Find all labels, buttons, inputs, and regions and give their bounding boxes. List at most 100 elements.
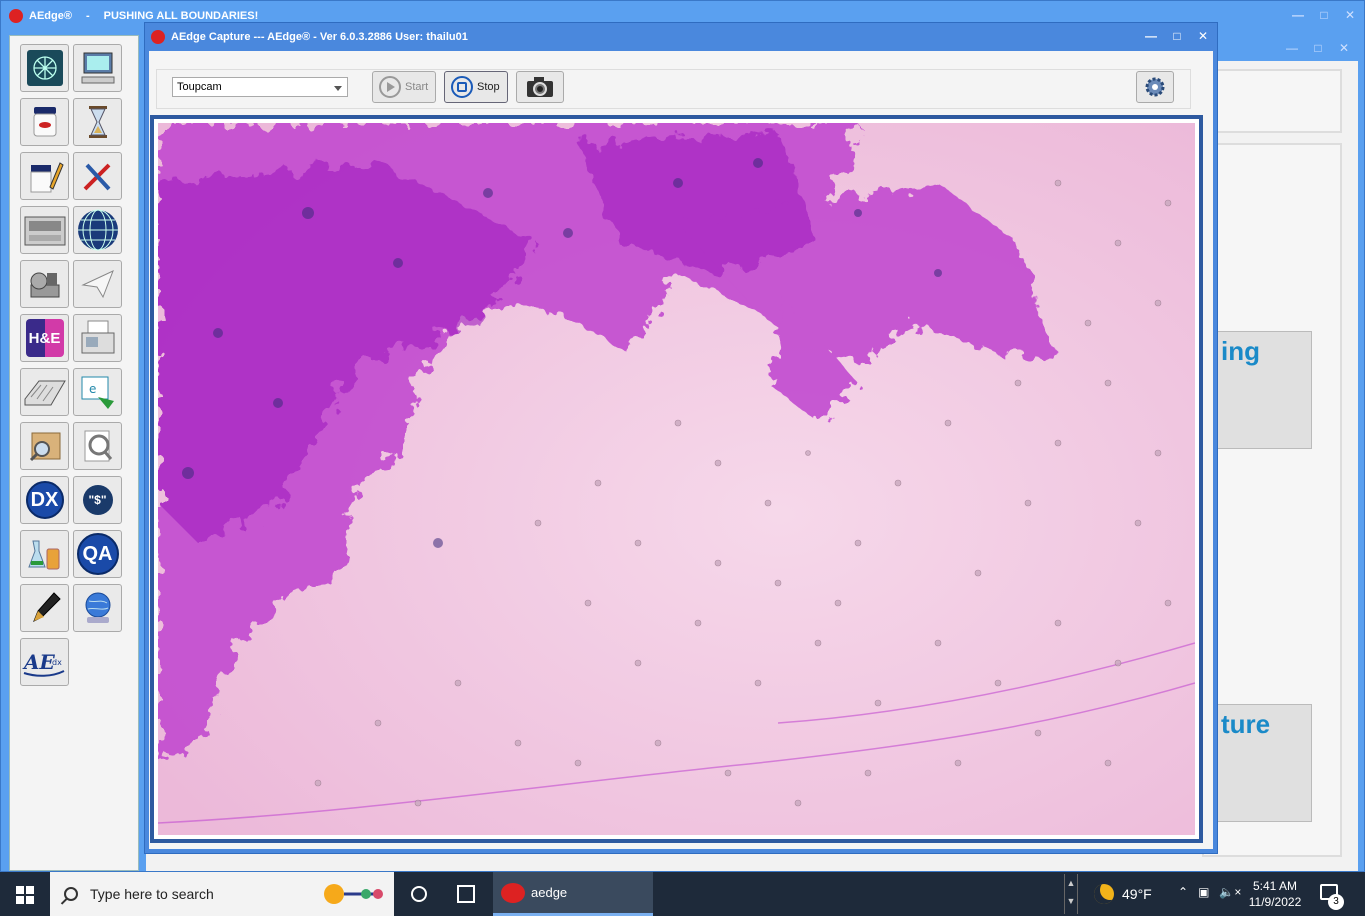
jar-pencil-icon xyxy=(30,162,64,193)
microtome-icon xyxy=(30,272,59,298)
computer-icon xyxy=(81,52,114,84)
magnifier-folder-button[interactable] xyxy=(20,422,69,470)
minimize-icon[interactable]: — xyxy=(1145,30,1157,42)
aedge-dx-logo-button[interactable]: AE dx xyxy=(20,638,69,686)
capture-title: AEdge Capture --- AEdge® - Ver 6.0.3.288… xyxy=(171,31,468,43)
hourglass-icon xyxy=(88,106,107,138)
he-stain-button[interactable]: H&E xyxy=(20,314,69,362)
svg-text:dx: dx xyxy=(52,658,62,667)
main-window-controls: — □ ✕ xyxy=(1292,9,1356,21)
specimen-jar-button[interactable] xyxy=(20,98,69,146)
chevron-up-icon[interactable]: ⌃ xyxy=(1178,885,1188,899)
paper-plane-button[interactable] xyxy=(73,260,122,308)
globe-network-icon xyxy=(85,592,110,623)
settings-button[interactable] xyxy=(1136,71,1174,103)
tools-icon xyxy=(83,163,110,191)
capture-body: Toupcam Start Stop xyxy=(149,51,1213,849)
maximize-icon[interactable]: □ xyxy=(1312,42,1324,54)
qa-icon: QA xyxy=(76,533,119,575)
computer-button[interactable] xyxy=(73,44,122,92)
keyboard-button[interactable] xyxy=(20,368,69,416)
notification-count-badge: 3 xyxy=(1328,894,1344,910)
he-stain-icon: H&E xyxy=(25,319,64,357)
e-send-icon: e xyxy=(81,376,114,409)
capture-dialog: AEdge Capture --- AEdge® - Ver 6.0.3.288… xyxy=(144,22,1218,854)
snapshot-button[interactable] xyxy=(516,71,564,103)
globe-icon xyxy=(77,209,118,251)
svg-text:AE: AE xyxy=(22,650,56,674)
taskbar: Type here to search aedge ▲ ▼ 49°F ⌃ ▣ 🔈×… xyxy=(0,872,1365,916)
volume-muted-icon[interactable]: 🔈× xyxy=(1219,885,1241,899)
stop-label: Stop xyxy=(477,81,500,93)
stop-button[interactable]: Stop xyxy=(444,71,508,103)
svg-text:e: e xyxy=(89,382,96,396)
microtome-button[interactable] xyxy=(20,260,69,308)
left-toolbar: H&E e DX "$" QA AE dx xyxy=(9,35,139,871)
network-status-icon[interactable]: ▣ xyxy=(1198,885,1209,899)
camera-icon xyxy=(527,77,553,97)
dx-icon: DX xyxy=(25,481,64,519)
search-placeholder: Type here to search xyxy=(90,886,214,902)
search-document-button[interactable] xyxy=(73,422,122,470)
qa-button[interactable]: QA xyxy=(73,530,122,578)
main-tagline: PUSHING ALL BOUNDARIES! xyxy=(103,10,259,22)
globe-network-button[interactable] xyxy=(73,584,122,632)
play-icon xyxy=(379,76,401,98)
network-button[interactable] xyxy=(20,44,69,92)
start-button[interactable]: Start xyxy=(372,71,436,103)
weather-moon-icon xyxy=(1094,884,1114,904)
keyboard-icon xyxy=(24,380,66,406)
cortana-icon[interactable] xyxy=(411,886,427,902)
search-icon xyxy=(64,887,78,901)
lab-flasks-button[interactable] xyxy=(20,530,69,578)
aedge-logo-icon xyxy=(151,30,165,44)
gear-icon xyxy=(1145,77,1165,97)
maximize-icon[interactable]: □ xyxy=(1171,30,1183,42)
weather-widget[interactable]: 49°F xyxy=(1094,884,1152,904)
e-send-button[interactable]: e xyxy=(73,368,122,416)
taskbar-app-aedge[interactable]: aedge xyxy=(493,872,653,916)
network-icon xyxy=(26,50,63,86)
close-icon[interactable]: ✕ xyxy=(1197,30,1209,42)
processor-machine-icon xyxy=(24,216,65,246)
windows-start-icon[interactable] xyxy=(16,886,34,904)
jar-pencil-button[interactable] xyxy=(20,152,69,200)
minimize-icon[interactable]: — xyxy=(1292,9,1304,21)
taskbar-search-input[interactable]: Type here to search xyxy=(50,872,394,916)
search-highlight-icon xyxy=(324,884,383,904)
pen-button[interactable] xyxy=(20,584,69,632)
inner-window-controls: — □ ✕ xyxy=(1286,42,1350,54)
microscope-image-frame xyxy=(150,115,1203,843)
dollar-icon: "$" xyxy=(82,485,113,515)
taskbar-clock[interactable]: 5:41 AM 11/9/2022 xyxy=(1240,878,1310,910)
capture-titlebar[interactable]: AEdge Capture --- AEdge® - Ver 6.0.3.288… xyxy=(145,23,1217,51)
search-document-icon xyxy=(84,430,112,462)
specimen-jar-icon xyxy=(33,107,56,137)
title-separator: - xyxy=(85,10,90,22)
close-icon[interactable]: ✕ xyxy=(1338,42,1350,54)
aedge-dx-logo-icon: AEdx xyxy=(22,650,64,677)
camera-select[interactable]: Toupcam xyxy=(172,77,348,97)
lab-flasks-icon xyxy=(27,540,59,570)
minimize-icon[interactable]: — xyxy=(1286,42,1298,54)
fax-machine-button[interactable] xyxy=(73,314,122,362)
task-view-icon[interactable] xyxy=(457,885,475,903)
dollar-button[interactable]: "$" xyxy=(73,476,122,524)
background-box-top xyxy=(1202,69,1342,133)
processor-machine-button[interactable] xyxy=(20,206,69,254)
dx-button[interactable]: DX xyxy=(20,476,69,524)
maximize-icon[interactable]: □ xyxy=(1318,9,1330,21)
close-icon[interactable]: ✕ xyxy=(1344,9,1356,21)
camera-select-value: Toupcam xyxy=(177,81,222,93)
weather-temp: 49°F xyxy=(1122,886,1152,902)
chevron-down-icon xyxy=(334,86,342,91)
main-app-name: AEdge® xyxy=(29,10,72,22)
system-tray: ⌃ ▣ 🔈× xyxy=(1178,885,1241,899)
capture-window-controls: — □ ✕ xyxy=(1145,30,1209,42)
tray-scroll-icon[interactable]: ▲ ▼ xyxy=(1064,874,1078,914)
microscope-live-image xyxy=(158,123,1195,835)
hourglass-button[interactable] xyxy=(73,98,122,146)
tools-button[interactable] xyxy=(73,152,122,200)
globe-button[interactable] xyxy=(73,206,122,254)
clock-time: 5:41 AM xyxy=(1252,879,1298,893)
